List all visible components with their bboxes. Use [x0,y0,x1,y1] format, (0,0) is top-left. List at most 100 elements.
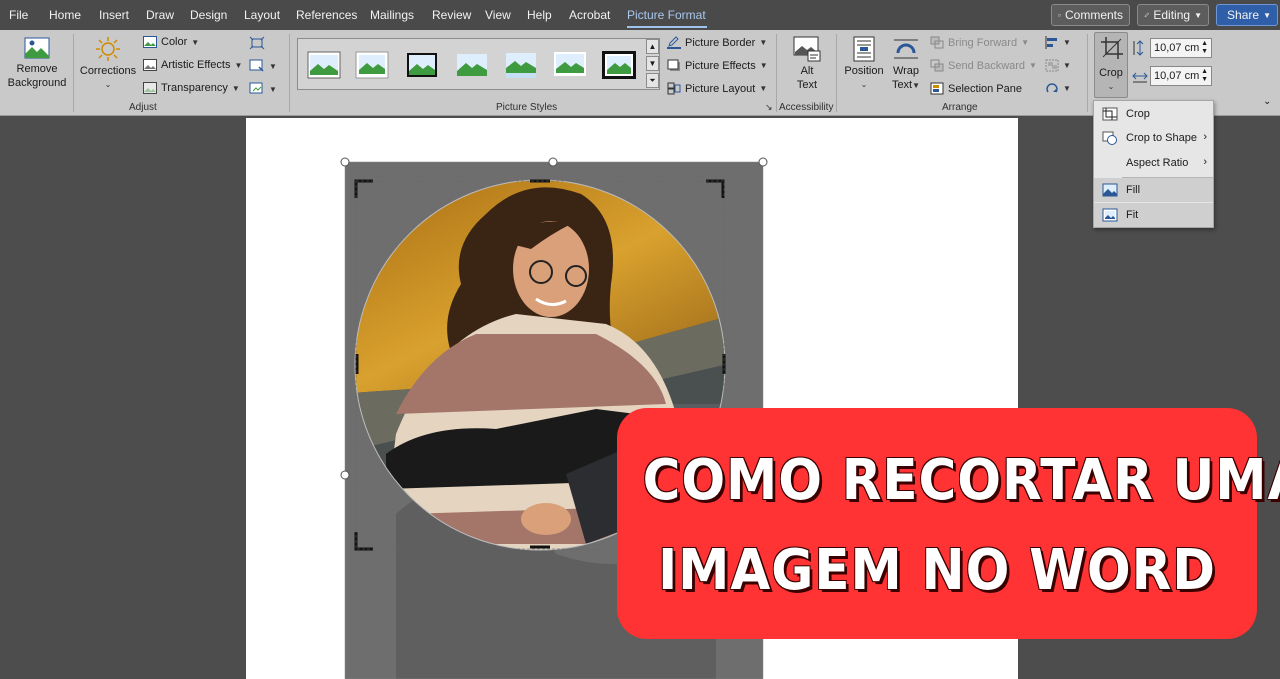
send-backward-button[interactable]: Send Backward ▼ [930,59,1037,72]
tab-design[interactable]: Design [190,8,227,22]
resize-handle[interactable] [758,157,768,167]
picture-styles-launcher-icon[interactable]: ↘ [765,102,773,113]
crop-button[interactable]: Crop ⌄ [1094,32,1128,98]
transparency-button[interactable]: Transparency ▼ [143,82,240,94]
tab-insert[interactable]: Insert [99,8,129,22]
fill-icon [1102,183,1118,197]
wrap-text-button[interactable]: Wrap Text▼ [887,36,925,93]
remove-background-icon [24,37,50,59]
picture-layout-icon [667,82,681,95]
resize-handle[interactable] [340,157,350,167]
chevron-down-icon: ▼ [234,60,243,70]
chevron-down-icon: ⌄ [860,80,868,89]
bring-forward-icon [930,36,944,49]
group-objects-icon [1045,59,1059,72]
scroll-up-icon[interactable]: ▲ [646,39,659,54]
picture-style-thumbnail[interactable] [602,51,636,79]
picture-style-thumbnail[interactable] [405,51,439,79]
separator [289,34,290,112]
group-objects-button[interactable]: ▼ [1045,59,1071,72]
spinner-icon[interactable]: ▲ ▼ [1201,68,1208,84]
chevron-down-icon: ▼ [759,38,768,47]
scroll-down-icon[interactable]: ▼ [646,56,659,71]
wrap-label-1: Wrap [892,65,920,77]
editing-label: Editing [1153,8,1191,22]
crop-menu-item-crop-to-shape[interactable]: Crop to Shape › [1094,126,1213,150]
picture-style-thumbnail[interactable] [553,51,587,79]
comments-button[interactable]: Comments [1051,4,1130,26]
tab-home[interactable]: Home [49,8,81,22]
transparency-label: Transparency [161,82,228,94]
picture-layout-button[interactable]: Picture Layout ▼ [667,82,767,95]
crop-to-shape-label: Crop to Shape [1126,132,1197,144]
compress-pictures-button[interactable] [249,36,265,50]
aspect-ratio-label: Aspect Ratio [1126,157,1189,169]
collapse-ribbon-icon[interactable]: ⌄ [1263,96,1271,107]
alt-text-label-1: Alt [800,65,814,77]
color-button[interactable]: Color ▼ [143,36,199,48]
gallery-more-icon[interactable]: ⏷ [646,73,659,88]
picture-border-button[interactable]: Picture Border ▼ [667,36,767,49]
corrections-label: Corrections [79,65,137,77]
tab-view[interactable]: View [485,8,511,22]
tab-help[interactable]: Help [527,8,552,22]
picture-style-thumbnail[interactable] [504,51,538,79]
pencil-icon [1144,12,1150,18]
selection-pane-button[interactable]: Selection Pane [930,82,1022,95]
picture-style-thumbnail[interactable] [307,51,341,79]
transparency-icon [143,82,157,94]
crop-menu-item-fill[interactable]: Fill [1094,178,1213,202]
crop-menu-item-fit[interactable]: Fit [1094,203,1213,227]
picture-styles-gallery [297,38,660,90]
resize-handle[interactable] [548,157,558,167]
corrections-button[interactable]: Corrections ⌄ [79,36,137,92]
title-banner: COMO RECORTAR UMA IMAGEM NO WORD [617,408,1280,639]
send-backward-icon [930,59,944,72]
tab-acrobat[interactable]: Acrobat [569,8,610,22]
tab-layout[interactable]: Layout [244,8,280,22]
reset-picture-button[interactable]: ▼ [249,82,277,96]
align-button[interactable]: ▼ [1045,36,1071,49]
bring-forward-button[interactable]: Bring Forward ▼ [930,36,1029,49]
picture-style-thumbnail[interactable] [455,51,489,79]
shape-width-input[interactable]: 10,07 cm ▲ ▼ [1150,66,1212,86]
accessibility-group-label: Accessibility [779,102,834,113]
position-button[interactable]: Position ⌄ [843,36,885,92]
chevron-down-icon: ⌄ [104,80,112,89]
crop-dropdown-menu: Crop Crop to Shape › Aspect Ratio › Fill… [1093,100,1214,228]
tab-review[interactable]: Review [432,8,471,22]
chevron-down-icon: ▼ [1263,10,1271,20]
rotate-button[interactable]: ▼ [1045,82,1071,95]
remove-background-button[interactable]: Remove Background [7,36,67,90]
crop-menu-item-aspect-ratio[interactable]: Aspect Ratio › [1094,151,1213,175]
tab-picture-format[interactable]: Picture Format [627,8,706,22]
alt-text-label-2: Text [796,79,818,91]
editing-button[interactable]: Editing ▼ [1137,4,1209,26]
tab-file[interactable]: File [9,8,28,22]
wrap-text-icon [894,39,918,59]
artistic-effects-label: Artistic Effects [161,59,231,71]
tab-references[interactable]: References [296,8,357,22]
crop-menu-item-crop[interactable]: Crop [1094,102,1213,126]
picture-style-thumbnail[interactable] [355,51,389,79]
chevron-down-icon: ▼ [1063,38,1071,47]
artistic-effects-button[interactable]: Artistic Effects ▼ [143,59,242,71]
crop-icon [1102,107,1118,121]
reset-picture-icon [249,82,263,94]
spinner-icon[interactable]: ▲ ▼ [1201,40,1208,56]
tab-draw[interactable]: Draw [146,8,174,22]
compress-icon [249,36,265,50]
fit-icon [1102,208,1118,222]
shape-height-input[interactable]: 10,07 cm ▲ ▼ [1150,38,1212,58]
separator [836,34,837,112]
pencil-border-icon [667,36,681,49]
resize-handle[interactable] [340,470,350,480]
change-picture-icon [249,59,264,72]
picture-effects-button[interactable]: Picture Effects ▼ [667,59,768,72]
change-picture-button[interactable]: ▼ [249,59,277,73]
tab-mailings[interactable]: Mailings [370,8,414,22]
fit-label: Fit [1126,209,1139,221]
alt-text-button[interactable]: Alt Text [786,36,828,92]
chevron-down-icon: ▼ [1029,61,1037,70]
share-button[interactable]: Share ▼ [1216,4,1278,26]
